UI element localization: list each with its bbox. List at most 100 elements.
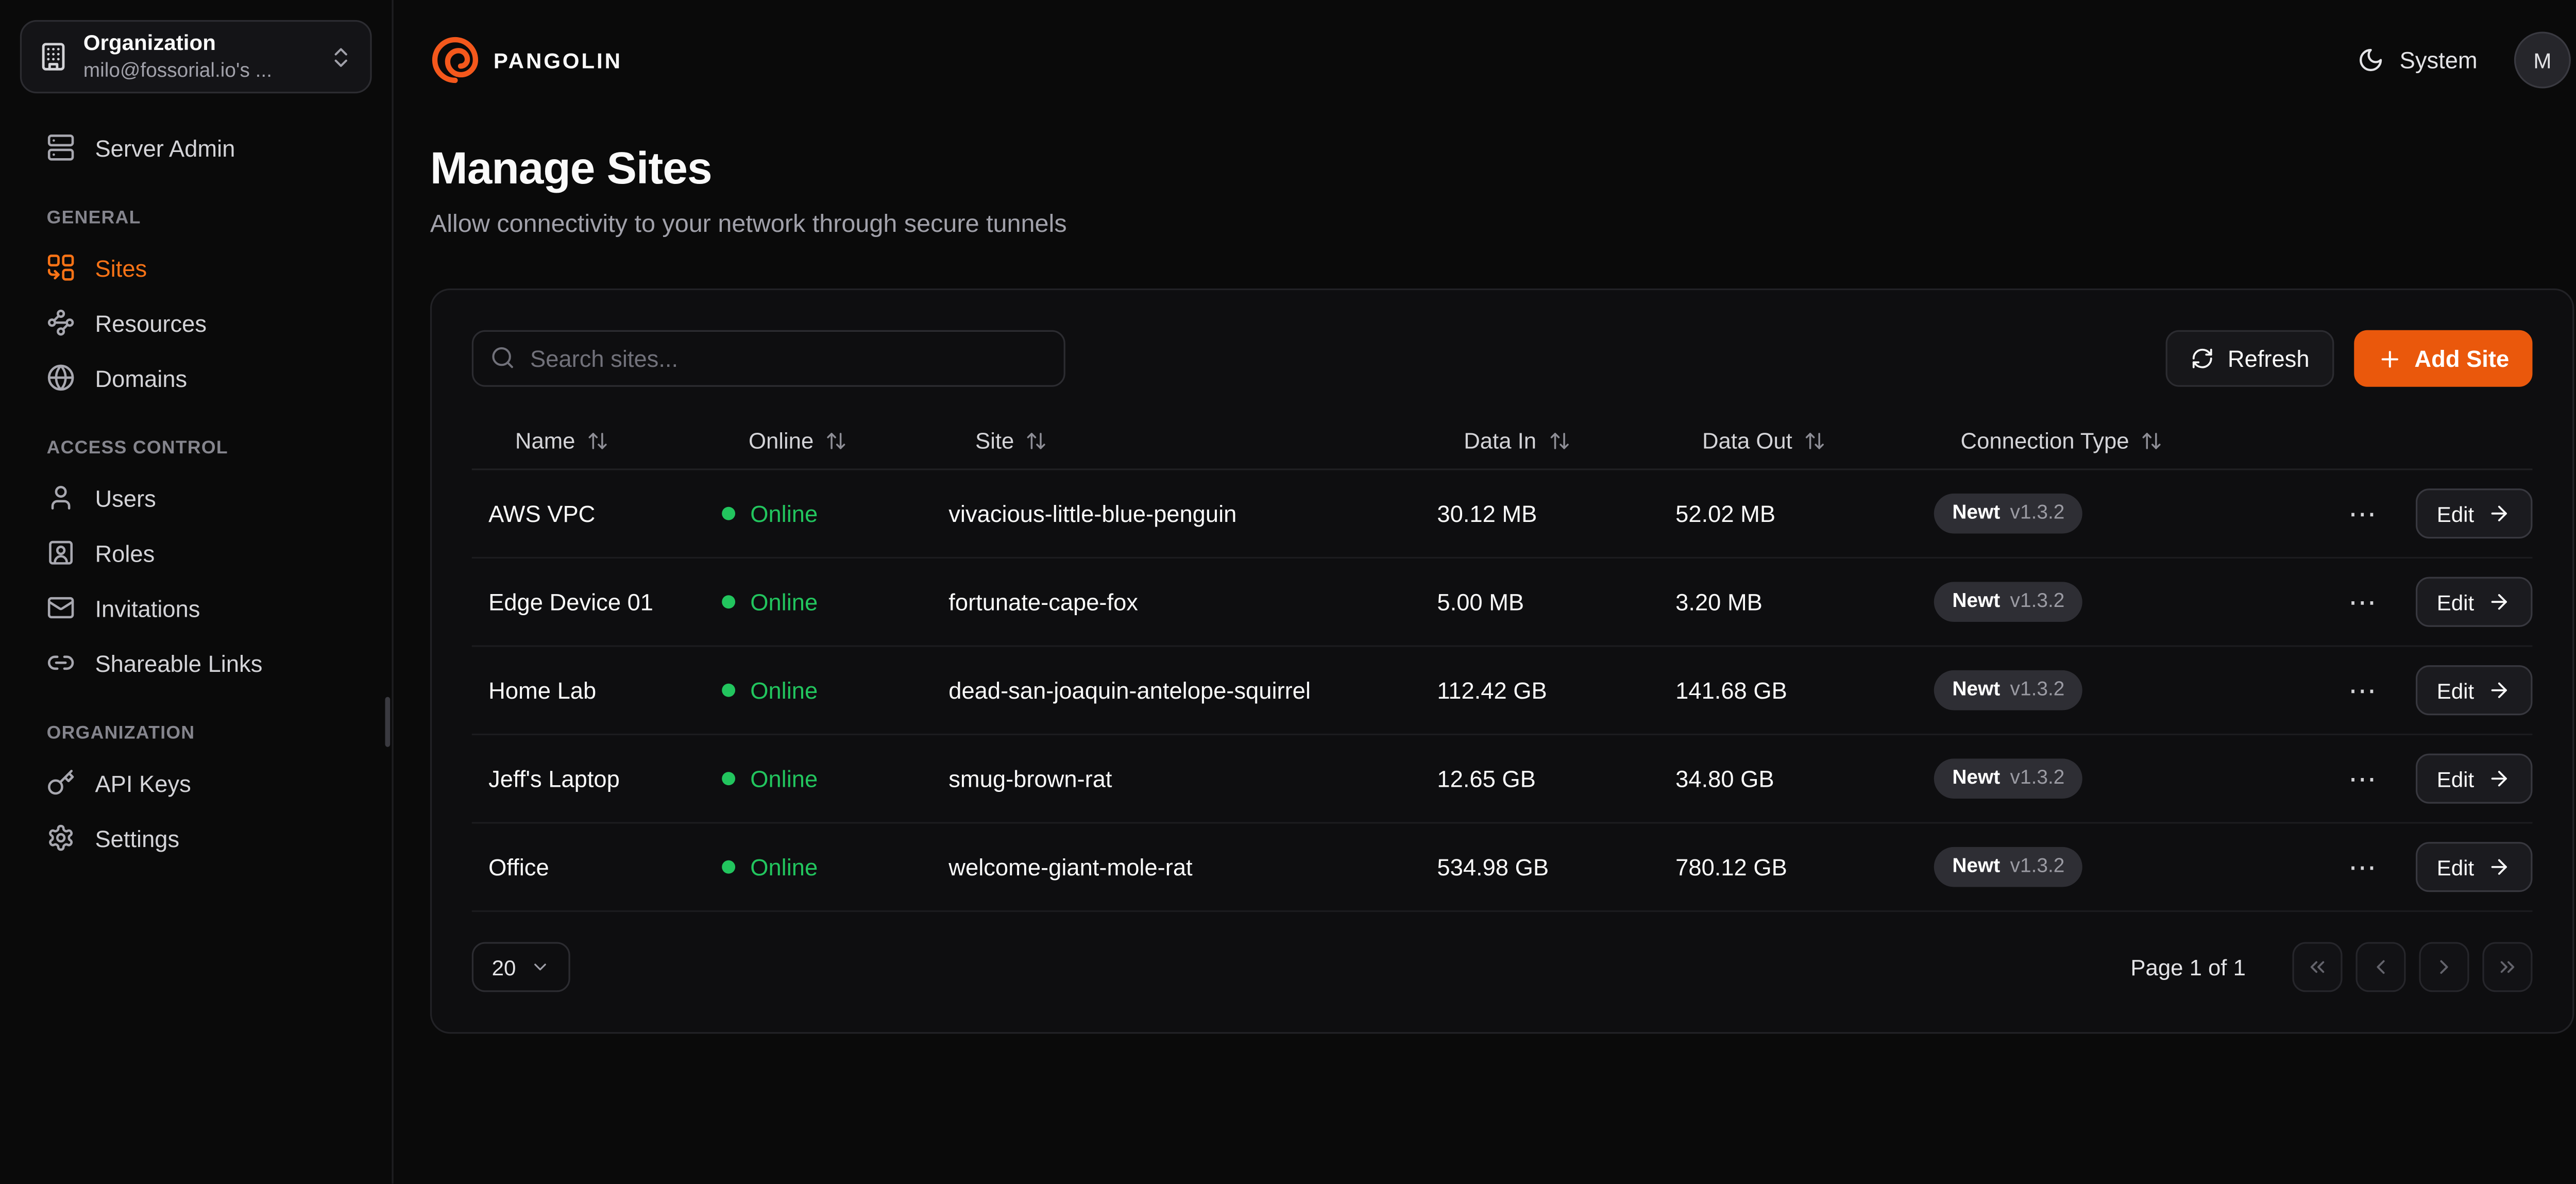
row-menu-button[interactable]: ⋯	[2338, 581, 2386, 623]
nav-item-icon	[47, 538, 75, 567]
sidebar-item-invitations[interactable]: Invitations	[20, 580, 372, 635]
connection-type-version: v1.3.2	[2010, 500, 2065, 526]
edit-button[interactable]: Edit	[2415, 577, 2533, 627]
brand-text: PANGOLIN	[494, 47, 622, 73]
sidebar-item-server-admin[interactable]: Server Admin	[20, 120, 372, 175]
refresh-button[interactable]: Refresh	[2166, 330, 2334, 387]
sort-icon	[825, 430, 847, 452]
cell-edit: Edit	[2402, 754, 2532, 804]
pager: Page 1 of 1	[2130, 942, 2532, 992]
cell-connection-type: Newt v1.3.2	[1917, 759, 2322, 798]
cell-site: fortunate-cape-fox	[932, 588, 1420, 615]
page-title: Manage Sites	[430, 143, 2574, 195]
online-status-dot	[722, 684, 735, 697]
search-icon	[490, 345, 515, 370]
cell-connection-type: Newt v1.3.2	[1917, 494, 2322, 533]
connection-type-version: v1.3.2	[2010, 589, 2065, 615]
sidebar-item-roles[interactable]: Roles	[20, 525, 372, 580]
column-header[interactable]: Data In	[1420, 429, 1659, 454]
sidebar-item-label: Invitations	[95, 595, 200, 621]
column-header[interactable]: Name	[472, 429, 705, 454]
cell-row-menu: ⋯	[2323, 581, 2402, 623]
add-site-label: Add Site	[2414, 345, 2509, 372]
sidebar-item-api-keys[interactable]: API Keys	[20, 755, 372, 810]
column-header[interactable]: Online	[705, 429, 932, 454]
row-menu-button[interactable]: ⋯	[2338, 758, 2386, 800]
next-page-button[interactable]	[2419, 942, 2469, 992]
cell-data-in: 30.12 MB	[1420, 500, 1659, 527]
column-header-label: Site	[975, 429, 1014, 454]
edit-button[interactable]: Edit	[2415, 754, 2533, 804]
online-status-dot	[722, 507, 735, 520]
edit-button[interactable]: Edit	[2415, 665, 2533, 715]
column-header[interactable]: Site	[932, 429, 1420, 454]
sidebar-item-users[interactable]: Users	[20, 470, 372, 526]
refresh-label: Refresh	[2228, 345, 2310, 372]
brand[interactable]: PANGOLIN	[430, 35, 622, 85]
toolbar-actions: Refresh Add Site	[2166, 330, 2532, 387]
sidebar-item-label: Domains	[95, 364, 187, 391]
table-row: AWS VPC Online vivacious-little-blue-pen…	[472, 470, 2533, 559]
theme-toggle[interactable]: System	[2358, 47, 2478, 74]
online-status-dot	[722, 595, 735, 608]
cell-row-menu: ⋯	[2323, 493, 2402, 534]
avatar[interactable]: M	[2514, 31, 2571, 88]
column-header[interactable]: Connection Type	[1917, 429, 2322, 454]
sidebar-nav: Server Admin GENERAL Sites	[20, 120, 372, 865]
arrow-right-icon	[2487, 590, 2511, 614]
row-menu-button[interactable]: ⋯	[2338, 493, 2386, 534]
connection-type-version: v1.3.2	[2010, 766, 2065, 791]
page-info: Page 1 of 1	[2130, 955, 2245, 980]
connection-type-badge: Newt v1.3.2	[1934, 759, 2083, 798]
online-status-dot	[722, 772, 735, 785]
sidebar-item-label: Server Admin	[95, 134, 235, 161]
cell-name: Jeff's Laptop	[472, 765, 705, 792]
first-page-button[interactable]	[2293, 942, 2343, 992]
sidebar-item-label: Settings	[95, 824, 179, 851]
online-status-label: Online	[750, 500, 818, 527]
edit-label: Edit	[2437, 766, 2475, 791]
sidebar-scrollbar-thumb[interactable]	[385, 697, 391, 747]
sidebar-item-shareable-links[interactable]: Shareable Links	[20, 635, 372, 690]
page-size-select[interactable]: 20	[472, 942, 571, 992]
cell-data-out: 3.20 MB	[1659, 588, 1918, 615]
cell-name: Edge Device 01	[472, 588, 705, 615]
org-switcher[interactable]: Organization milo@fossorial.io's ...	[20, 20, 372, 93]
cell-online: Online	[705, 677, 932, 704]
nav-item-icon	[47, 769, 75, 797]
chevron-left-icon	[2369, 955, 2392, 978]
column-header[interactable]: Data Out	[1659, 429, 1918, 454]
cell-connection-type: Newt v1.3.2	[1917, 848, 2322, 887]
column-header-label: Connection Type	[1961, 429, 2129, 454]
prev-page-button[interactable]	[2355, 942, 2405, 992]
sidebar-section-title: GENERAL	[47, 209, 345, 229]
sidebar-item-domains[interactable]: Domains	[20, 350, 372, 405]
sidebar-item-resources[interactable]: Resources	[20, 295, 372, 350]
sidebar-section-title: ORGANIZATION	[47, 723, 345, 743]
sites-card: Refresh Add Site Name	[430, 289, 2574, 1034]
edit-label: Edit	[2437, 854, 2475, 879]
cell-site: dead-san-joaquin-antelope-squirrel	[932, 677, 1420, 704]
sidebar-item-sites[interactable]: Sites	[20, 240, 372, 295]
cell-edit: Edit	[2402, 842, 2532, 892]
add-site-button[interactable]: Add Site	[2354, 330, 2533, 387]
online-status-label: Online	[750, 588, 818, 615]
nav-item-icon	[47, 309, 75, 337]
connection-type-name: Newt	[1952, 766, 2000, 791]
edit-button[interactable]: Edit	[2415, 488, 2533, 538]
search-input[interactable]	[472, 330, 1065, 387]
online-status-label: Online	[750, 677, 818, 704]
row-menu-button[interactable]: ⋯	[2338, 669, 2386, 711]
page-subtitle: Allow connectivity to your network throu…	[430, 210, 2574, 239]
connection-type-name: Newt	[1952, 589, 2000, 615]
last-page-button[interactable]	[2482, 942, 2532, 992]
connection-type-version: v1.3.2	[2010, 677, 2065, 703]
edit-button[interactable]: Edit	[2415, 842, 2533, 892]
arrow-right-icon	[2487, 855, 2511, 878]
page-content: Manage Sites Allow connectivity to your …	[394, 120, 2576, 1074]
org-title: Organization	[83, 30, 314, 57]
sort-icon	[1548, 430, 1570, 452]
row-menu-button[interactable]: ⋯	[2338, 846, 2386, 888]
sidebar-item-settings[interactable]: Settings	[20, 810, 372, 866]
connection-type-version: v1.3.2	[2010, 854, 2065, 879]
